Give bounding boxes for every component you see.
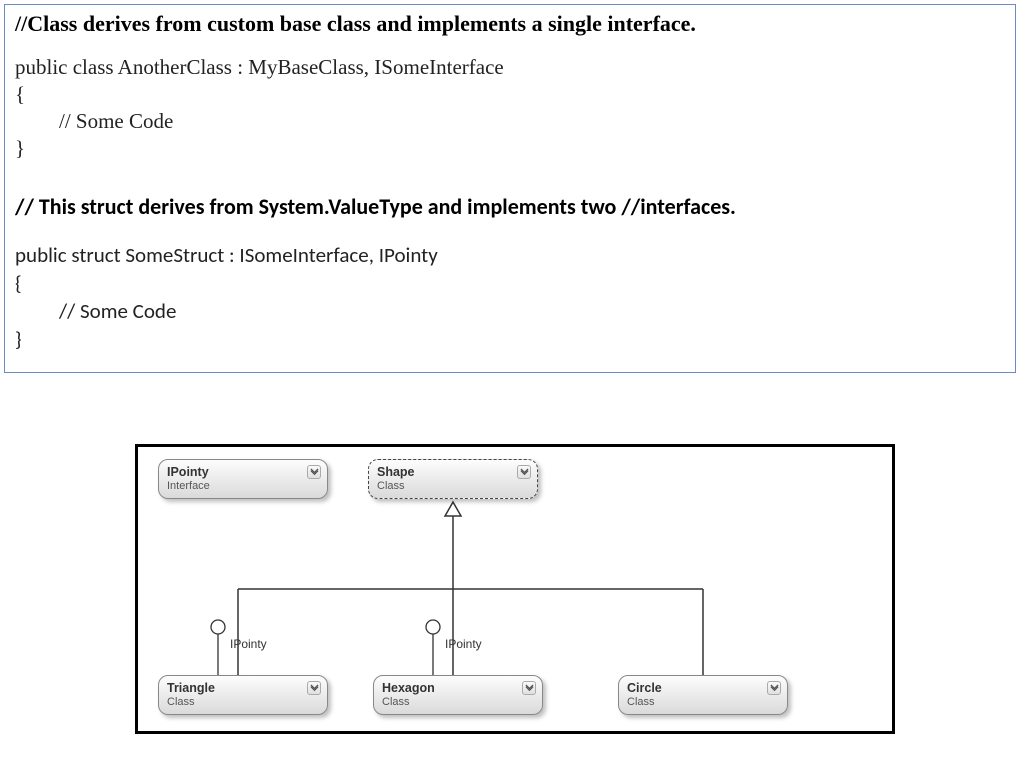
expand-icon[interactable] [767, 681, 781, 695]
expand-icon[interactable] [307, 465, 321, 479]
code-line: public class AnotherClass : MyBaseClass,… [15, 55, 1005, 80]
code-body: // Some Code [15, 109, 1005, 134]
brace-open: { [15, 82, 1005, 107]
uml-kind: Class [167, 696, 319, 708]
uml-title: Triangle [167, 681, 319, 695]
uml-kind: Class [377, 480, 529, 492]
uml-title: Hexagon [382, 681, 534, 695]
uml-kind: Class [627, 696, 779, 708]
uml-triangle[interactable]: Triangle Class [158, 675, 328, 715]
code-panel: //Class derives from custom base class a… [4, 4, 1016, 373]
iface-label-triangle: IPointy [230, 637, 267, 651]
uml-kind: Class [382, 696, 534, 708]
code-line: public struct SomeStruct : ISomeInterfac… [15, 242, 1005, 268]
class-diagram: IPointy IPointy IPointy Interface Shape … [135, 444, 895, 734]
brace-close: } [15, 326, 1005, 352]
uml-title: IPointy [167, 465, 319, 479]
uml-title: Shape [377, 465, 529, 479]
uml-circle[interactable]: Circle Class [618, 675, 788, 715]
code-body: // Some Code [15, 298, 1005, 324]
uml-kind: Interface [167, 480, 319, 492]
uml-title: Circle [627, 681, 779, 695]
brace-open: { [15, 270, 1005, 296]
comment-class: //Class derives from custom base class a… [15, 11, 1005, 37]
expand-icon[interactable] [522, 681, 536, 695]
uml-shape[interactable]: Shape Class [368, 459, 538, 499]
comment-struct: // This struct derives from System.Value… [15, 193, 1005, 220]
uml-hexagon[interactable]: Hexagon Class [373, 675, 543, 715]
expand-icon[interactable] [307, 681, 321, 695]
iface-label-hexagon: IPointy [445, 637, 482, 651]
uml-ipointy[interactable]: IPointy Interface [158, 459, 328, 499]
expand-icon[interactable] [517, 465, 531, 479]
brace-close: } [15, 136, 1005, 161]
